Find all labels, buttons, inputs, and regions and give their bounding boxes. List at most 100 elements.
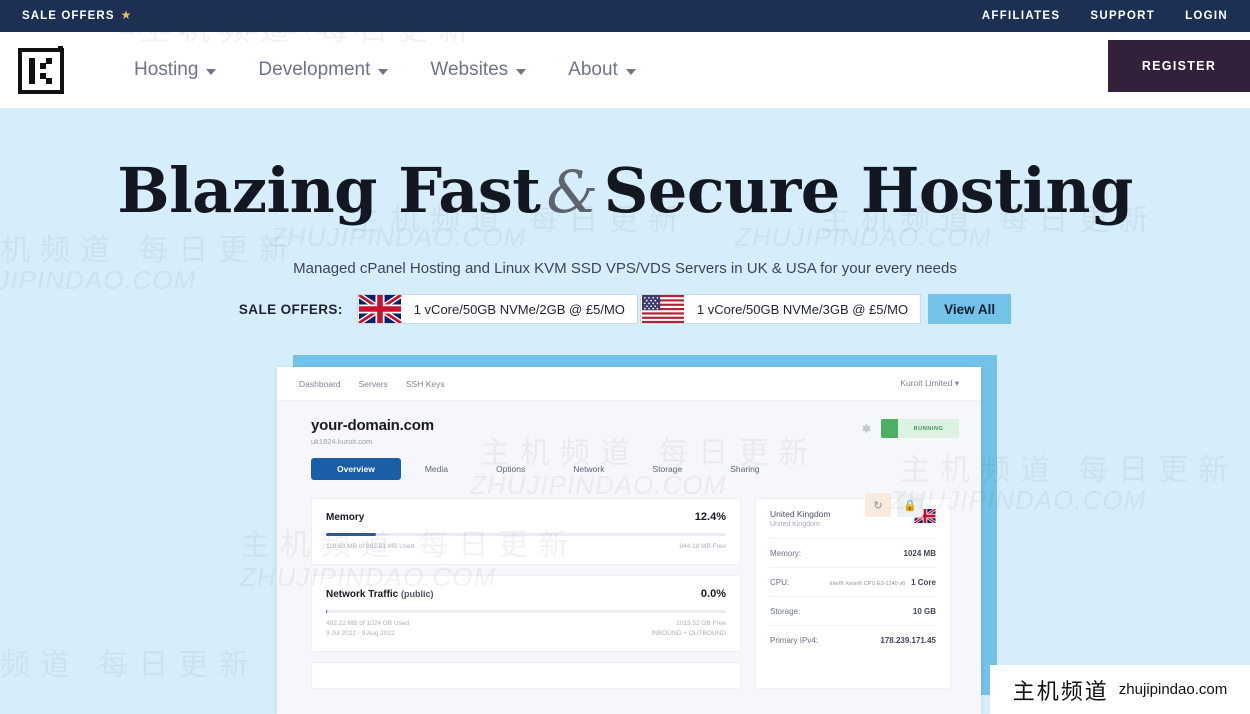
brandmark-cn: 主机频道	[1012, 678, 1109, 704]
star-icon: ★	[120, 8, 132, 22]
dashboard-metrics-column: Memory 12.4% 119.63 MB of 963.81 MB Used…	[311, 498, 741, 690]
spec-key-storage: Storage:	[770, 607, 801, 616]
network-traffic-card: Network Traffic (public) 0.0% 492.22 MB …	[311, 575, 741, 653]
server-specs-panel: United Kingdom United Kingdom Memory: 10…	[755, 498, 951, 690]
main-navigation: Hosting Development Websites About REGIS…	[0, 32, 1250, 108]
offer-text-uk: 1 vCore/50GB NVMe/2GB @ £5/MO	[413, 301, 625, 317]
page-title: Blazing Fast &Secure Hosting	[0, 160, 1250, 222]
spec-value-storage: 10 GB	[912, 607, 936, 616]
dashboard-tabs: Overview Media Options Network Storage S…	[277, 446, 981, 480]
dashboard-nav-ssh-keys[interactable]: SSH Keys	[406, 379, 445, 389]
spec-key-ipv4: Primary IPv4:	[770, 636, 819, 645]
dashboard-nav-servers[interactable]: Servers	[359, 379, 388, 389]
nav-item-websites[interactable]: Websites	[430, 59, 527, 81]
extra-card-placeholder	[311, 662, 741, 690]
us-flag-icon	[641, 295, 684, 323]
memory-card-title: Memory	[326, 512, 365, 523]
network-free-note: 1023.52 GB Free	[676, 620, 726, 628]
sale-offers-link[interactable]: SALE OFFERS ★	[22, 8, 132, 22]
view-all-button[interactable]: View All	[928, 294, 1012, 324]
chevron-down-icon	[206, 69, 217, 75]
nav-item-development[interactable]: Development	[258, 59, 389, 81]
hero-subtitle: Managed cPanel Hosting and Linux KVM SSD…	[293, 260, 957, 277]
login-link[interactable]: LOGIN	[1185, 10, 1228, 22]
tab-overview[interactable]: Overview	[311, 458, 401, 480]
dashboard-preview: Dashboard Servers SSH Keys Kuroit Limite…	[277, 367, 981, 714]
nav-label-about: About	[568, 59, 618, 80]
spec-value-cpu: 1 Core	[911, 578, 936, 587]
utility-bar: SALE OFFERS ★ AFFILIATES SUPPORT LOGIN	[0, 0, 1250, 32]
brandmark-en: zhujipindao.com	[1118, 681, 1228, 698]
nav-item-hosting[interactable]: Hosting	[134, 59, 217, 81]
support-link[interactable]: SUPPORT	[1090, 10, 1155, 22]
nav-label-hosting: Hosting	[134, 59, 199, 80]
dashboard-topnav: Dashboard Servers SSH Keys Kuroit Limite…	[277, 367, 981, 401]
lock-icon[interactable]: 🔒	[897, 493, 923, 517]
nav-items: Hosting Development Websites About	[134, 59, 636, 81]
network-used-note: 492.22 MB of 1024 GB Used	[326, 620, 410, 628]
status-badge-bar	[881, 419, 898, 438]
spec-value-ipv4: 178.239.171.45	[880, 636, 936, 645]
site-brandmark: 主机频道 zhujipindao.com	[990, 665, 1250, 714]
sale-offers-row: SALE OFFERS: 1 vCore/50GB NVMe/2GB @ £5/…	[0, 294, 1250, 324]
spec-key-cpu: CPU:	[770, 578, 790, 587]
affiliates-link[interactable]: AFFILIATES	[982, 10, 1061, 22]
spec-row-storage: Storage: 10 GB	[770, 596, 936, 625]
nav-label-websites: Websites	[430, 59, 509, 80]
memory-card-percent: 12.4%	[694, 511, 726, 523]
dashboard-account-menu[interactable]: Kuroit Limited ▾	[900, 378, 959, 389]
refresh-icon[interactable]: ↻	[865, 493, 891, 517]
network-card-percent: 0.0%	[700, 588, 726, 601]
hero-title-part2: Secure Hosting	[603, 154, 1134, 227]
server-country: United Kingdom United Kingdom	[770, 509, 830, 528]
spec-key-memory: Memory:	[770, 549, 802, 558]
nav-item-about[interactable]: About	[568, 59, 636, 81]
sale-offers-label: SALE OFFERS:	[238, 301, 343, 317]
tab-network[interactable]: Network	[549, 459, 628, 479]
uk-flag-icon	[357, 295, 402, 323]
chevron-down-icon	[625, 69, 636, 75]
server-region-name: United Kingdom	[770, 521, 820, 528]
memory-free-note: 844.18 MB Free	[679, 543, 726, 550]
memory-card: Memory 12.4% 119.63 MB of 963.81 MB Used…	[311, 498, 741, 566]
chevron-down-icon	[378, 69, 389, 75]
memory-progress-fill	[326, 533, 376, 536]
spec-value-memory: 1024 MB	[903, 549, 936, 558]
network-card-title-suffix: (public)	[401, 589, 434, 600]
hero-title-ampersand: &	[546, 158, 598, 226]
nav-label-development: Development	[258, 59, 371, 80]
network-card-title-main: Network Traffic	[326, 589, 399, 601]
kuroit-logo[interactable]	[18, 44, 66, 96]
server-country-name: United Kingdom	[770, 509, 831, 519]
spec-row-memory: Memory: 1024 MB	[770, 538, 936, 567]
tab-media[interactable]: Media	[401, 459, 472, 479]
network-direction-note: INBOUND + OUTBOUND	[651, 629, 726, 637]
dashboard-domain-name: your-domain.com	[311, 417, 434, 434]
offer-text-us: 1 vCore/50GB NVMe/3GB @ £5/MO	[696, 301, 909, 317]
logo-icon	[18, 46, 64, 94]
status-badge-label: RUNNING	[913, 425, 944, 432]
spec-row-ipv4: Primary IPv4: 178.239.171.45	[770, 625, 936, 654]
tab-options[interactable]: Options	[472, 459, 549, 479]
network-card-title: Network Traffic (public)	[326, 589, 434, 600]
utility-links: AFFILIATES SUPPORT LOGIN	[982, 10, 1228, 22]
dashboard-body: your-domain.com uk1824.kuroit.com RUNNIN…	[277, 401, 981, 714]
dashboard-hostname: uk1824.kuroit.com	[311, 437, 373, 446]
status-badge: RUNNING	[881, 419, 959, 438]
network-progress-bar	[326, 610, 726, 614]
network-progress-fill	[326, 610, 328, 614]
register-button[interactable]: REGISTER	[1108, 40, 1250, 92]
dashboard-nav-dashboard[interactable]: Dashboard	[299, 379, 341, 389]
dashboard-header: your-domain.com uk1824.kuroit.com RUNNIN…	[277, 401, 981, 446]
memory-progress-bar	[326, 533, 726, 536]
spec-row-cpu: CPU: Intel® Xeon® CPU E3-1240 v6 1 Core	[770, 567, 936, 596]
tab-storage[interactable]: Storage	[628, 459, 706, 479]
tab-sharing[interactable]: Sharing	[706, 459, 783, 479]
memory-used-note: 119.63 MB of 963.81 MB Used	[326, 543, 415, 550]
network-date-range: 9 Jul 2022 - 9 Aug 2022	[326, 629, 395, 637]
offer-chip-us[interactable]: 1 vCore/50GB NVMe/3GB @ £5/MO	[639, 294, 922, 324]
sale-offers-top-label: SALE OFFERS	[22, 10, 115, 22]
hero-title-part1: Blazing Fast	[117, 154, 541, 227]
gear-icon[interactable]	[860, 423, 871, 434]
offer-chip-uk[interactable]: 1 vCore/50GB NVMe/2GB @ £5/MO	[356, 294, 638, 324]
